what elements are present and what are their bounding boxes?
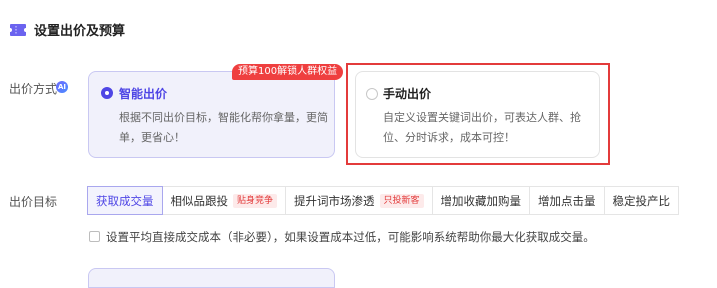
tab-label: 增加收藏加购量 — [440, 193, 522, 208]
cost-limit-checkbox[interactable] — [89, 231, 100, 242]
tab-stable-roi[interactable]: 稳定投产比 — [603, 186, 680, 215]
ai-badge-icon: AI — [56, 81, 68, 93]
smart-bid-title: 智能出价 — [119, 87, 168, 101]
bid-goal-label: 出价目标 — [9, 195, 58, 209]
smart-bid-description: 根据不同出价目标，智能化帮你拿量，更简单，更省心！ — [119, 111, 328, 144]
manual-bid-title: 手动出价 — [383, 87, 432, 101]
ticket-icon — [10, 24, 26, 36]
tab-market-penetration[interactable]: 提升词市场渗透 只投新客 — [285, 186, 433, 215]
tab-label: 获取成交量 — [96, 193, 154, 208]
new-customer-tag: 只投新客 — [379, 193, 424, 208]
section-title: 设置出价及预算 — [34, 24, 126, 39]
budget-option-card[interactable] — [88, 268, 335, 288]
promo-tag: 预算100解锁人群权益 — [232, 64, 344, 80]
tab-label: 相似品跟投 — [170, 193, 229, 208]
tab-get-conversions[interactable]: 获取成交量 — [87, 186, 163, 215]
tab-label: 增加点击量 — [538, 193, 596, 208]
smart-bid-option[interactable]: 智能出价 根据不同出价目标，智能化帮你拿量，更简单，更省心！ — [88, 71, 335, 158]
smart-bid-radio[interactable] — [101, 87, 113, 99]
manual-bid-radio[interactable] — [366, 88, 378, 100]
tab-label: 提升词市场渗透 — [294, 193, 375, 208]
tab-clicks[interactable]: 增加点击量 — [529, 186, 605, 215]
bid-method-label: 出价方式 — [9, 82, 58, 96]
manual-bid-description: 自定义设置关键词出价，可表达人群、抢位、分时诉求，成本可控！ — [383, 111, 581, 144]
cost-limit-label: 设置平均直接成交成本（非必要），如果设置成本过低，可能影响系统帮助你最大化获取成… — [106, 230, 595, 244]
tab-favorites-cart[interactable]: 增加收藏加购量 — [431, 186, 531, 215]
competition-tag: 贴身竞争 — [233, 193, 278, 208]
tab-similar-product[interactable]: 相似品跟投 贴身竞争 — [161, 186, 287, 215]
tab-label: 稳定投产比 — [612, 193, 671, 208]
bid-goal-tabs: 获取成交量 相似品跟投 贴身竞争 提升词市场渗透 只投新客 增加收藏加购量 增加… — [87, 186, 680, 215]
manual-bid-option[interactable]: 手动出价 自定义设置关键词出价，可表达人群、抢位、分时诉求，成本可控！ — [355, 71, 600, 158]
